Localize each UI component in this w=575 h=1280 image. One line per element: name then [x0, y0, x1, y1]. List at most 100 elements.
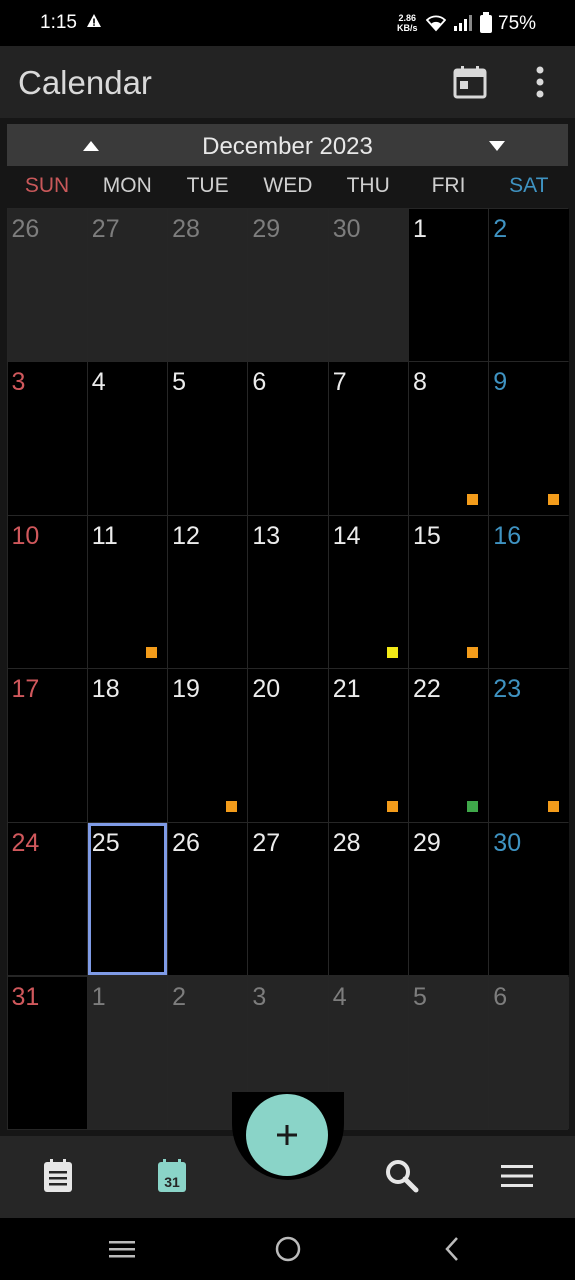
day-number: 14	[332, 521, 361, 550]
day-cell[interactable]: 20	[248, 669, 328, 822]
day-cell[interactable]: 23	[489, 669, 569, 822]
day-number: 27	[252, 828, 281, 857]
day-cell[interactable]: 9	[489, 362, 569, 515]
day-number: 3	[252, 982, 267, 1011]
day-number: 6	[493, 982, 508, 1011]
signal-icon	[454, 15, 472, 31]
event-indicator	[386, 647, 398, 659]
weekday-thu: THU	[346, 174, 390, 197]
calendar-area: December 2023 SUN MON TUE WED THU FRI SAT 26 27…	[0, 118, 575, 1136]
day-number: 29	[252, 214, 281, 243]
day-cell[interactable]: 25	[87, 822, 168, 976]
event-indicator	[547, 800, 559, 812]
day-cell[interactable]: 5	[409, 976, 489, 1130]
day-number: 30	[493, 828, 522, 857]
more-options-icon[interactable]	[524, 64, 556, 100]
network-speed: 2.86 KB/s	[397, 13, 418, 33]
day-cell[interactable]: 22	[409, 669, 489, 822]
day-number: 20	[252, 675, 281, 704]
day-cell[interactable]: 4	[87, 362, 168, 515]
day-cell[interactable]: 5	[168, 362, 248, 515]
weekday-sat: SAT	[509, 174, 549, 197]
battery-percentage: 75%	[498, 13, 537, 34]
day-number: 4	[332, 982, 347, 1011]
day-cell[interactable]: 30	[489, 822, 569, 976]
day-cell[interactable]: 30	[328, 208, 408, 362]
day-number: 2	[172, 982, 186, 1011]
event-indicator	[467, 647, 479, 659]
day-cell[interactable]: 6	[248, 362, 328, 515]
event-indicator	[467, 493, 479, 505]
recent-apps-icon[interactable]	[107, 1234, 137, 1264]
day-number: 26	[172, 828, 200, 857]
day-cell[interactable]: 28	[328, 822, 408, 976]
day-cell[interactable]: 1	[87, 976, 168, 1130]
day-number: 26	[11, 214, 40, 243]
weekday-wed: WED	[263, 174, 313, 197]
event-indicator	[547, 493, 559, 505]
day-number: 15	[413, 521, 441, 550]
day-cell[interactable]: 16	[489, 515, 569, 669]
home-icon[interactable]	[273, 1234, 303, 1264]
day-cell[interactable]: 29	[248, 208, 328, 362]
day-cell[interactable]: 24	[7, 822, 87, 976]
event-indicator	[226, 800, 238, 812]
add-event-button[interactable]	[246, 1094, 328, 1176]
day-cell[interactable]: 27	[248, 822, 328, 976]
day-number: 23	[493, 675, 522, 704]
day-cell[interactable]: 26	[7, 208, 87, 362]
back-icon[interactable]	[438, 1234, 468, 1264]
app-title: Calendar	[18, 64, 152, 101]
day-cell[interactable]: 31	[7, 976, 87, 1130]
day-number: 28	[332, 828, 361, 857]
today-calendar-icon[interactable]	[452, 64, 488, 100]
day-cell[interactable]: 19	[168, 669, 248, 822]
list-view-icon[interactable]	[38, 1156, 78, 1196]
day-number: 30	[332, 214, 361, 243]
day-number: 4	[91, 368, 106, 397]
day-cell[interactable]: 7	[328, 362, 408, 515]
day-cell[interactable]: 6	[489, 976, 569, 1130]
day-cell[interactable]: 13	[248, 515, 328, 669]
event-indicator	[146, 647, 158, 659]
day-cell[interactable]: 15	[409, 515, 489, 669]
event-indicator	[467, 800, 479, 812]
weekday-mon: MON	[102, 174, 152, 197]
day-number: 5	[172, 368, 186, 397]
day-number: 25	[91, 828, 120, 857]
day-cell[interactable]: 14	[328, 515, 408, 669]
day-cell[interactable]: 17	[7, 669, 87, 822]
month-header: December 2023	[7, 124, 568, 166]
day-number: 9	[493, 368, 508, 397]
day-number: 18	[91, 675, 120, 704]
day-cell[interactable]: 1	[409, 208, 489, 362]
day-cell[interactable]: 3	[7, 362, 87, 515]
day-number: 7	[332, 368, 347, 397]
day-number: 13	[252, 521, 281, 550]
day-number: 17	[11, 675, 40, 704]
menu-icon[interactable]	[497, 1156, 537, 1196]
app-bar: Calendar	[0, 46, 575, 118]
day-cell[interactable]: 11	[87, 515, 168, 669]
weekday-header-row: SUN MON TUE WED THU FRI SAT	[7, 174, 568, 206]
day-cell[interactable]: 10	[7, 515, 87, 669]
day-cell[interactable]: 2	[489, 208, 569, 362]
day-number: 8	[413, 368, 427, 397]
day-number: 5	[413, 982, 427, 1011]
day-cell[interactable]: 8	[409, 362, 489, 515]
day-cell[interactable]: 29	[409, 822, 489, 976]
warning-icon	[87, 14, 101, 27]
weekday-sun: SUN	[24, 174, 70, 197]
day-cell[interactable]: 27	[87, 208, 168, 362]
day-number: 29	[413, 828, 441, 857]
search-icon[interactable]	[382, 1156, 422, 1196]
day-cell[interactable]: 21	[328, 669, 408, 822]
day-number: 11	[91, 521, 118, 550]
day-cell[interactable]: 12	[168, 515, 248, 669]
day-cell[interactable]: 26	[168, 822, 248, 976]
next-month-button[interactable]	[479, 130, 515, 160]
month-view-button[interactable]: 31	[152, 1156, 192, 1196]
day-cell[interactable]: 28	[168, 208, 248, 362]
status-bar: 1:15 2.86 KB/s 75%	[0, 0, 575, 46]
day-cell[interactable]: 18	[87, 669, 168, 822]
